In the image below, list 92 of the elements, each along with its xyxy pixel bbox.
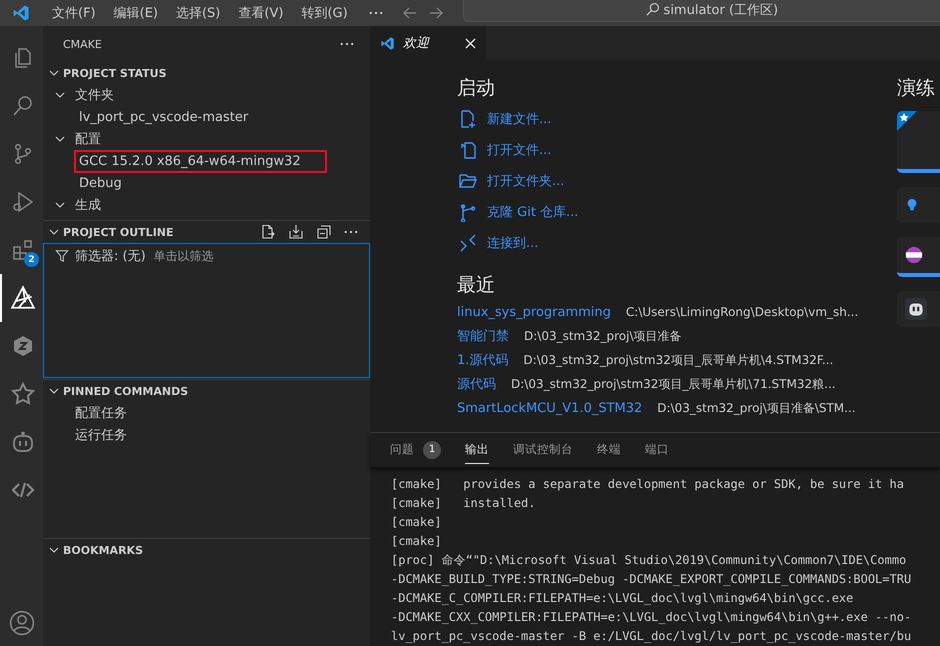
menu-item[interactable]: 文件(F) <box>43 4 105 22</box>
section-header[interactable]: PROJECT STATUS <box>63 66 166 80</box>
connect-icon <box>458 232 478 252</box>
chevron-icon[interactable] <box>55 90 65 100</box>
panel-tab[interactable]: 端口 <box>645 436 669 464</box>
menu-item[interactable]: 选择(S) <box>166 4 230 22</box>
close-icon[interactable] <box>465 38 476 48</box>
lightbulb-icon <box>905 197 919 213</box>
walkthrough-card[interactable] <box>897 291 940 327</box>
filter-label[interactable]: 筛选器: (无) <box>75 247 146 265</box>
download-icon[interactable] <box>288 224 304 240</box>
pinned-command[interactable]: 运行任务 <box>75 426 127 444</box>
star-icon <box>10 382 34 406</box>
search-icon <box>644 2 660 17</box>
new-file-icon[interactable] <box>260 224 276 240</box>
editor-tab[interactable]: 欢迎 <box>370 26 486 60</box>
output-line: [proc] 命令“"D:\Microsoft Visual Studio\2019\Community\Common7\IDE\Commo <box>391 552 906 569</box>
output-line: [cmake] <box>391 533 442 550</box>
count-badge: 1 <box>423 440 441 458</box>
extensions-icon <box>10 238 34 262</box>
output-line: -DCMAKE_C_COMPILER:FILEPATH=e:\LVGL_doc\lvgl\mingw64\bin\gcc.exe <box>391 590 854 607</box>
sidebar-title: CMAKE <box>63 38 102 50</box>
output-line: [cmake] provides a separate development package or SDK, be sure it ha <box>391 476 904 493</box>
recent-project-link[interactable]: 1.源代码 <box>457 351 508 369</box>
recent-project-path: D:\03_stm32_proj\stm32项目_辰哥单片机\71.STM32粮... <box>511 376 836 392</box>
activity-bar-item[interactable]: 2 <box>0 226 43 274</box>
back-arrow-icon[interactable] <box>402 5 418 21</box>
triangle-logo-icon <box>10 285 36 311</box>
filter-icon <box>55 249 69 263</box>
filter-hint: 单击以筛选 <box>154 248 214 264</box>
section-header[interactable]: PINNED COMMANDS <box>63 384 188 398</box>
recent-project-link[interactable]: 智能门禁 <box>457 327 509 345</box>
output-line: -DCMAKE_BUILD_TYPE:STRING=Debug -DCMAKE_EXPORT_COMPILE_COMMANDS:BOOL=TRU <box>391 571 912 588</box>
vscode-logo-icon <box>12 4 30 22</box>
start-link[interactable]: 打开文件夹... <box>487 172 564 190</box>
section-heading: 最近 <box>457 273 496 298</box>
panel-tab[interactable]: 调试控制台 <box>513 436 573 464</box>
robot-icon <box>10 430 34 454</box>
recent-project-path: D:\03_stm32_proj\stm32项目_辰哥单片机\4.STM32F... <box>523 352 834 368</box>
tree-item[interactable]: GCC 15.2.0 x86_64-w64-mingw32 <box>74 150 327 172</box>
forward-arrow-icon[interactable] <box>428 5 444 21</box>
chevron-icon[interactable] <box>55 134 65 144</box>
chevron-icon[interactable] <box>49 386 59 396</box>
panel-tab[interactable]: 输出 <box>465 436 489 464</box>
output-line: lv_port_pc_vscode-master -B e:/LVGL_doc/lvgl/lv_port_pc_vscode-master/bu <box>391 628 912 645</box>
section-heading: 启动 <box>457 76 496 101</box>
run-debug-icon <box>10 190 34 214</box>
star-icon <box>897 111 917 131</box>
output-line: -DCMAKE_CXX_COMPILER:FILEPATH=e:\LVGL_doc\lvgl\mingw64\bin\g++.exe --no- <box>391 609 912 626</box>
start-link[interactable]: 连接到... <box>487 234 538 252</box>
start-link[interactable]: 新建文件... <box>487 110 552 128</box>
notification-badge: 2 <box>24 252 39 267</box>
menu-item[interactable]: 编辑(E) <box>104 4 167 22</box>
output-line: [cmake] installed. <box>391 495 536 512</box>
account-icon[interactable] <box>8 610 34 636</box>
section-header[interactable]: BOOKMARKS <box>63 544 143 556</box>
recent-project-link[interactable]: SmartLockMCU_V1.0_STM32 <box>457 400 642 416</box>
section-heading: 演练 <box>897 76 936 101</box>
recent-project-link[interactable]: 源代码 <box>457 375 496 393</box>
clone-icon <box>458 202 478 222</box>
tree-item[interactable]: lv_port_pc_vscode-master <box>74 106 254 128</box>
chevron-icon[interactable] <box>55 200 65 210</box>
chevron-icon[interactable] <box>49 545 59 555</box>
pinned-command[interactable]: 配置任务 <box>75 404 127 422</box>
more-icon[interactable] <box>344 230 358 234</box>
more-icon[interactable] <box>340 42 354 46</box>
start-link[interactable]: 打开文件... <box>487 140 552 158</box>
recent-project-path: D:\03_stm32_proj\项目准备 <box>524 328 682 344</box>
menu-item[interactable]: 转到(G) <box>292 4 357 22</box>
collapse-all-icon[interactable] <box>316 224 332 240</box>
walkthrough-card[interactable] <box>897 237 940 277</box>
output-line: [cmake] <box>391 514 442 531</box>
menu-item[interactable]: 查看(V) <box>229 4 292 22</box>
command-center-search[interactable]: simulator (工作区) <box>462 0 940 22</box>
tree-item[interactable]: 文件夹 <box>75 86 114 104</box>
section-header[interactable]: PROJECT OUTLINE <box>63 226 174 238</box>
tree-item[interactable]: Debug <box>74 172 127 194</box>
vscode-logo-icon <box>380 36 395 50</box>
chevron-icon[interactable] <box>49 227 59 237</box>
tree-item[interactable]: 配置 <box>75 130 101 148</box>
search-icon <box>10 94 34 118</box>
panel-tab[interactable]: 问题 1 <box>390 436 441 464</box>
panel-tab[interactable]: 终端 <box>597 436 621 464</box>
recent-project-path: D:\03_stm32_proj\项目准备\STM... <box>657 400 856 416</box>
tree-item[interactable]: 生成 <box>75 196 101 214</box>
recent-project-link[interactable]: linux_sys_programming <box>457 304 611 320</box>
more-icon[interactable] <box>368 11 383 15</box>
cpp-icon <box>905 246 923 264</box>
robot-icon <box>905 298 927 320</box>
chevron-icon[interactable] <box>49 68 59 78</box>
recent-project-path: C:\Users\LimingRong\Desktop\vm_sh... <box>626 305 858 319</box>
start-link[interactable]: 克隆 Git 仓库... <box>487 202 578 220</box>
